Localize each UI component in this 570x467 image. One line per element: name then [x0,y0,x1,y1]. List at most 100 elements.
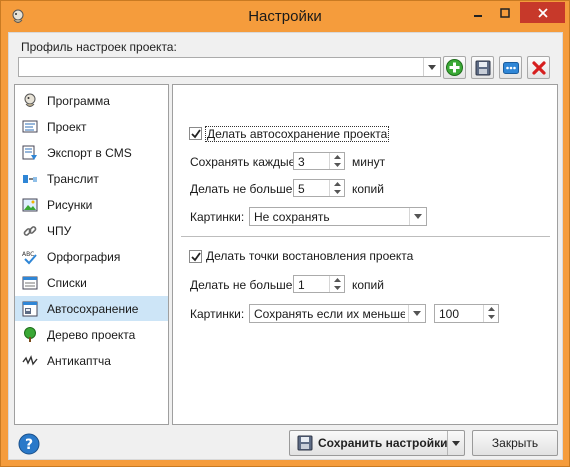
save-options-dropdown[interactable] [447,431,464,455]
restore-max-copies-value: 1 [298,278,305,292]
sidebar-item-label: Антикаптча [47,353,111,368]
title-bar[interactable]: Настройки [1,1,569,33]
delete-profile-button[interactable] [527,56,550,79]
restore-max-copies-unit: копий [352,278,384,292]
help-icon: ? [18,433,40,455]
autosave-max-copies-unit: копий [352,182,384,196]
svg-text:ABC: ABC [22,251,34,258]
chevron-down-icon[interactable] [423,58,440,76]
floppy-icon [475,60,490,75]
sidebar-item-autosave[interactable]: Автосохранение [15,296,168,321]
project-icon [21,118,39,136]
sidebar-item-images[interactable]: Рисунки [15,192,168,217]
autosave-images-label: Картинки: [190,210,245,224]
add-profile-button[interactable] [443,56,466,79]
autosave-max-label: Делать не больше [190,182,293,196]
floppy-icon [297,435,313,451]
maximize-icon [499,7,510,18]
autosave-max-copies-value: 5 [298,182,305,196]
autosave-max-copies-stepper[interactable]: 5 [293,179,345,197]
restore-images-label: Картинки: [190,307,245,321]
close-window-button[interactable] [520,2,565,23]
spin-down-icon[interactable] [330,188,344,196]
spin-down-icon[interactable] [484,313,498,321]
chevron-down-icon[interactable] [409,208,426,225]
spin-up-icon[interactable] [484,305,498,313]
settings-sidebar: Программа Проект Экспорт в CMS Транслит [14,84,169,425]
maximize-button[interactable] [491,2,518,23]
spellcheck-icon: ABC [21,248,39,266]
plus-icon [446,59,463,76]
section-divider [181,236,550,237]
sidebar-item-label: Рисунки [47,197,93,212]
restore-images-select[interactable]: Сохранять если их меньше... [249,304,426,323]
checkmark-icon [190,128,201,138]
sidebar-item-label: Транслит [47,171,99,186]
sidebar-item-label: Автосохранение [47,301,139,316]
restore-images-limit-stepper[interactable]: 100 [434,304,499,323]
sidebar-item-program[interactable]: Программа [15,88,168,113]
autosave-interval-value: 3 [298,155,305,169]
sidebar-item-chpu[interactable]: ЧПУ [15,218,168,243]
minimize-button[interactable] [464,2,491,23]
restore-max-copies-stepper[interactable]: 1 [293,275,345,293]
export-icon [21,144,39,162]
minimize-icon [473,14,482,17]
restore-max-label: Делать не больше [190,278,293,292]
delete-icon [531,60,546,75]
sidebar-item-export-cms[interactable]: Экспорт в CMS [15,140,168,165]
dialog-body: Профиль настроек проекта: Программа Прое… [8,32,563,460]
checkmark-icon [190,251,201,261]
link-icon [21,222,39,240]
spin-up-icon[interactable] [330,180,344,188]
captcha-icon [21,352,39,370]
chevron-down-icon[interactable] [408,305,425,322]
translit-icon [21,170,39,188]
sidebar-item-label: Орфография [47,249,121,264]
sidebar-item-label: Проект [47,119,87,134]
autosave-images-select[interactable]: Не сохранять [249,207,427,226]
tree-icon [21,326,39,344]
spin-up-icon[interactable] [330,153,344,161]
sidebar-item-translit[interactable]: Транслит [15,166,168,191]
sidebar-item-anticaptcha[interactable]: Антикаптча [15,348,168,373]
sidebar-item-label: Дерево проекта [47,327,136,342]
sidebar-item-label: ЧПУ [47,223,72,238]
profile-more-button[interactable] [499,56,522,79]
svg-text:?: ? [25,437,33,453]
close-dialog-button[interactable]: Закрыть [472,430,558,456]
sidebar-item-lists[interactable]: Списки [15,270,168,295]
images-icon [21,196,39,214]
autosave-icon [21,300,39,318]
save-profile-button[interactable] [471,56,494,79]
ellipsis-icon [502,61,519,74]
autosave-images-value: Не сохранять [254,210,330,224]
autosave-enable-checkbox[interactable] [189,127,202,140]
sidebar-item-project[interactable]: Проект [15,114,168,139]
spin-up-icon[interactable] [330,276,344,284]
save-settings-split-button: Сохранить настройки [289,430,465,456]
sidebar-item-label: Экспорт в CMS [47,145,132,160]
spin-down-icon[interactable] [330,284,344,292]
autosave-enable-label[interactable]: Делать автосохранение проекта [205,126,390,142]
save-settings-button[interactable]: Сохранить настройки [290,431,448,455]
restore-points-checkbox[interactable] [189,250,202,263]
list-icon [21,274,39,292]
profile-label: Профиль настроек проекта: [21,40,177,54]
help-button[interactable]: ? [18,433,40,455]
sidebar-item-spelling[interactable]: ABC Орфография [15,244,168,269]
program-icon [21,92,39,110]
autosave-settings-panel: Делать автосохранение проекта Сохранять … [172,84,558,425]
restore-points-label[interactable]: Делать точки востановления проекта [206,249,413,263]
sidebar-item-label: Списки [47,275,87,290]
profile-select[interactable] [18,57,441,77]
restore-images-limit-value: 100 [439,307,460,321]
sidebar-item-project-tree[interactable]: Дерево проекта [15,322,168,347]
autosave-every-label: Сохранять каждые [190,155,296,169]
autosave-interval-unit: минут [352,155,386,169]
settings-window: Настройки Профиль настроек проекта: Прог… [0,0,570,467]
autosave-interval-stepper[interactable]: 3 [293,152,345,170]
spin-down-icon[interactable] [330,161,344,169]
save-settings-label: Сохранить настройки [318,436,448,450]
close-icon [537,7,548,18]
